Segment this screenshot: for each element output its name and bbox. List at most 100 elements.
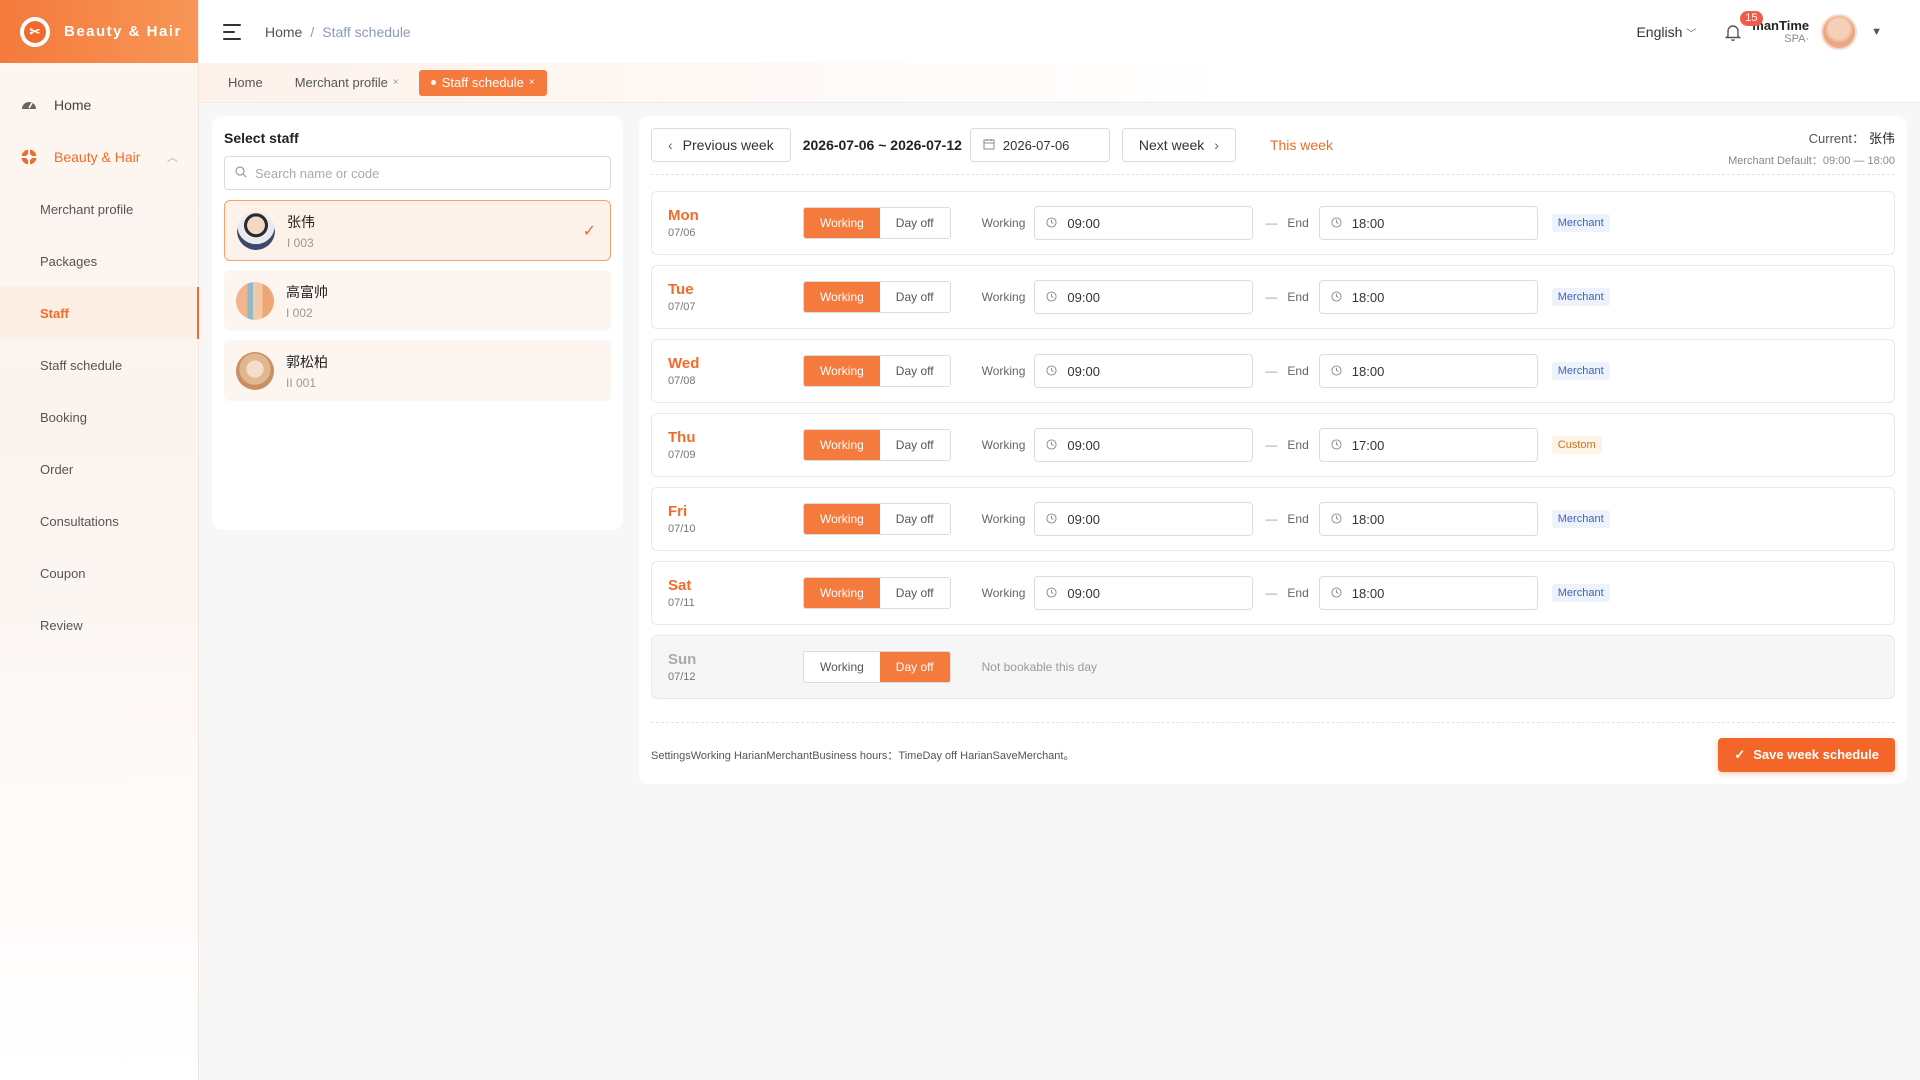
sidebar-item-consultations[interactable]: Consultations [0, 495, 198, 547]
working-option[interactable]: Working [804, 208, 880, 238]
sidebar: ✂ Beauty & Hair Home Beauty & Hair ︿ Mer… [0, 0, 199, 1080]
staff-card[interactable]: 郭松柏 II 001 [224, 340, 611, 401]
sidebar-group-beauty-hair[interactable]: Beauty & Hair ︿ [0, 131, 198, 183]
start-time-picker[interactable]: 09:00 [1034, 354, 1254, 388]
sidebar-item-label: Review [40, 617, 83, 633]
working-dayoff-toggle: Working Day off [803, 355, 951, 387]
start-time-picker[interactable]: 09:00 [1034, 502, 1254, 536]
sidebar-item-booking[interactable]: Booking [0, 391, 198, 443]
day-row-tue: Tue 07/07 Working Day off Working 09:00— End 18… [651, 265, 1895, 329]
day-off-option[interactable]: Day off [879, 578, 950, 608]
sidebar-item-review[interactable]: Review [0, 599, 198, 651]
day-off-option[interactable]: Day off [879, 282, 950, 312]
working-option[interactable]: Working [804, 652, 880, 682]
end-time-picker[interactable]: 18:00 [1318, 354, 1538, 388]
this-week-link[interactable]: This week [1270, 137, 1333, 153]
day-date: 07/12 [668, 671, 696, 683]
button-label: Previous week [682, 137, 774, 153]
start-time-picker[interactable]: 09:00 [1034, 576, 1254, 610]
working-option[interactable]: Working [804, 430, 880, 460]
start-time-picker[interactable]: 09:00 [1034, 206, 1254, 240]
merchant-default-hours: Merchant Default：09:00 — 18:00 [1728, 155, 1895, 167]
menu-toggle-icon[interactable] [223, 23, 241, 40]
day-off-option[interactable]: Day off [879, 652, 950, 682]
sidebar-item-staff-schedule[interactable]: Staff schedule [0, 339, 198, 391]
working-dayoff-toggle: Working Day off [803, 577, 951, 609]
end-time-picker[interactable]: 18:00 [1318, 280, 1538, 314]
previous-week-button[interactable]: ‹ Previous week [651, 128, 791, 162]
staff-code: II 001 [286, 375, 317, 390]
staff-card[interactable]: 张伟 I 003 ✓ [224, 200, 611, 261]
check-icon: ✓ [582, 222, 596, 240]
tab-merchant-profile[interactable]: Merchant profile × [283, 70, 411, 96]
working-option[interactable]: Working [804, 504, 880, 534]
working-option[interactable]: Working [804, 282, 880, 312]
staff-card[interactable]: 高富帅 I 002 [224, 270, 611, 331]
sidebar-item-home[interactable]: Home [0, 79, 198, 131]
week-range: 2026-07-06 ~ 2026-07-12 [802, 137, 962, 153]
calendar-icon [983, 138, 995, 153]
start-time-picker[interactable]: 09:00 [1034, 280, 1254, 314]
sidebar-item-coupon[interactable]: Coupon [0, 547, 198, 599]
sidebar-item-order[interactable]: Order [0, 443, 198, 495]
day-off-option[interactable]: Day off [879, 208, 950, 238]
brand-logo[interactable]: ✂ Beauty & Hair [0, 0, 198, 63]
end-time-picker[interactable]: 18:00 [1318, 502, 1538, 536]
beauty-icon [20, 148, 38, 166]
range-dash: — [1265, 438, 1278, 452]
end-time-picker[interactable]: 17:00 [1318, 428, 1538, 462]
clock-icon [1331, 216, 1342, 231]
end-time-picker[interactable]: 18:00 [1318, 576, 1538, 610]
day-off-option[interactable]: Day off [879, 504, 950, 534]
close-icon[interactable]: × [393, 77, 399, 88]
sidebar-item-packages[interactable]: Packages [0, 235, 198, 287]
end-label: End [1287, 438, 1309, 452]
breadcrumb-home[interactable]: Home [265, 24, 302, 40]
user-avatar[interactable] [1821, 13, 1858, 50]
language-select[interactable]: English ﹀ [1636, 24, 1696, 40]
language-label: English [1636, 23, 1683, 40]
clock-icon [1331, 438, 1342, 453]
date-value: 2026-07-06 [1002, 137, 1070, 153]
end-time-picker[interactable]: 18:00 [1318, 206, 1538, 240]
panel-title: Select staff [224, 130, 299, 146]
sidebar-item-label: Staff schedule [40, 357, 123, 373]
working-option[interactable]: Working [804, 578, 880, 608]
tab-label: Staff schedule [441, 75, 524, 90]
sidebar-item-merchant-profile[interactable]: Merchant profile [0, 183, 198, 235]
hours-source-tag: Merchant [1551, 510, 1610, 528]
notification-bell-icon[interactable]: 15 [1722, 10, 1763, 43]
not-bookable-note: Not bookable this day [981, 660, 1098, 674]
start-label: Working [981, 290, 1026, 304]
notification-count-badge: 15 [1740, 10, 1763, 26]
tab-home[interactable]: Home [216, 70, 275, 96]
day-off-option[interactable]: Day off [879, 430, 950, 460]
range-dash: — [1265, 364, 1278, 378]
next-week-button[interactable]: Next week › [1121, 128, 1236, 162]
start-label: Working [981, 512, 1026, 526]
day-off-option[interactable]: Day off [879, 356, 950, 386]
staff-name: 高富帅 [286, 283, 328, 300]
start-time: 09:00 [1067, 437, 1100, 453]
day-label: Fri 07/10 [668, 503, 803, 535]
hours-source-tag: Merchant [1551, 214, 1610, 232]
date-picker[interactable]: 2026-07-06 [969, 128, 1110, 162]
search-icon [235, 165, 247, 181]
sidebar-item-staff[interactable]: Staff [0, 287, 199, 339]
save-week-schedule-button[interactable]: ✓ Save week schedule [1718, 737, 1895, 772]
tabs-bar: Home Merchant profile × Staff schedule × [199, 63, 1920, 103]
end-time: 18:00 [1351, 215, 1385, 231]
day-name: Sun [668, 651, 697, 668]
sidebar-item-label: Staff [40, 305, 69, 321]
caret-down-icon[interactable]: ▼ [1871, 26, 1882, 38]
user-subtitle: SPA· [1784, 33, 1810, 45]
tab-staff-schedule[interactable]: Staff schedule × [418, 69, 547, 96]
start-time-picker[interactable]: 09:00 [1034, 428, 1254, 462]
search-input[interactable] [255, 165, 610, 181]
day-row-fri: Fri 07/10 Working Day off Working 09:00— End 18… [651, 487, 1895, 551]
close-icon[interactable]: × [529, 77, 535, 88]
end-time: 18:00 [1351, 289, 1385, 305]
day-row-wed: Wed 07/08 Working Day off Working 09:00— End 18… [651, 339, 1895, 403]
working-option[interactable]: Working [804, 356, 880, 386]
day-name: Mon [668, 207, 699, 224]
